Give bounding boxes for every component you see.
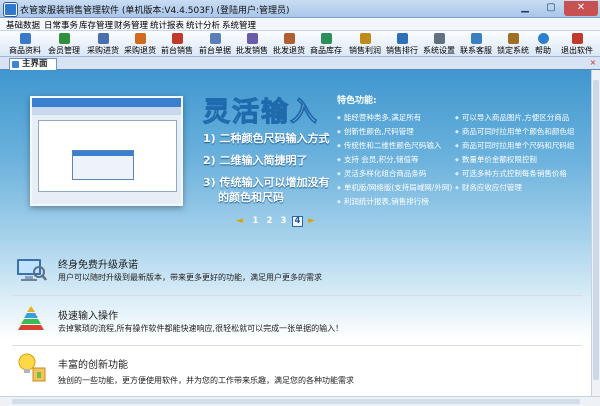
banner-step-3-cont: 的颜色和尺码 [218, 191, 284, 204]
menu-reports[interactable]: 统计报表 [150, 19, 184, 31]
close-icon[interactable]: ✕ [564, 1, 598, 16]
menu-inventory[interactable]: 库存管理 [79, 19, 113, 31]
lock-icon [508, 33, 519, 44]
feature-item: 单机版/网络版(支持局域网/外网) [337, 182, 452, 193]
page-2[interactable]: 2 [264, 216, 275, 227]
banner-title: 灵活输入 [203, 97, 319, 129]
exit-button[interactable]: 退出软件 [558, 31, 596, 57]
divider [12, 295, 582, 296]
info-desc-innovation: 独创的一些功能，更方便使用软件，并为您的工作带来乐趣，满足您的各种功能需求 [58, 376, 354, 385]
divider [12, 345, 582, 346]
page-3[interactable]: 3 [278, 216, 289, 227]
member-icon [59, 33, 70, 44]
feature-screenshot [30, 96, 183, 206]
inventory-icon [321, 33, 332, 44]
banner-step-3: 3) 传统输入可以增加没有 [203, 176, 330, 189]
menu-bar: 基础数据 日常事务 库存管理 财务管理 统计报表 统计分析 系统管理 [0, 18, 600, 31]
prev-page-icon[interactable]: ◄ [236, 216, 243, 226]
minimize-icon[interactable]: ▁ [512, 1, 538, 16]
purchase-icon [98, 33, 109, 44]
purchase-return-icon [135, 33, 146, 44]
menu-analysis[interactable]: 统计分析 [186, 19, 220, 31]
info-desc-upgrade: 用户可以随时升级到最新版本，带来更多更好的功能，满足用户更多的需求 [58, 273, 322, 282]
profit-icon [360, 33, 371, 44]
banner-step-2: 2) 二维输入简捷明了 [203, 154, 308, 167]
info-title-fast-input: 极速输入操作 [58, 311, 118, 322]
feature-item: 数量单价金额权限控制 [455, 154, 537, 165]
wholesale-return-icon [284, 33, 295, 44]
lightbulb-icon [15, 351, 47, 383]
feature-item: 商品可同时拉用单个尺码和尺码组 [455, 140, 575, 151]
title-bar: 衣管家服装销售管理软件 (单机版本:V4.4.503F) (登陆用户:管理员) … [0, 0, 600, 18]
support-icon [471, 33, 482, 44]
feature-item: 灵活多样化组合商品条码 [337, 168, 427, 179]
tab-main[interactable]: 主界面 [9, 58, 57, 70]
pos-sale-icon [172, 33, 183, 44]
computer-upgrade-icon [15, 256, 47, 284]
help-icon [538, 33, 549, 44]
info-title-innovation: 丰富的创新功能 [58, 360, 128, 371]
menu-finance[interactable]: 财务管理 [114, 19, 148, 31]
app-icon [4, 3, 17, 16]
page-4[interactable]: 4 [292, 216, 303, 227]
tab-strip: 主界面 × [0, 57, 600, 70]
menu-system[interactable]: 系统管理 [222, 19, 256, 31]
feature-item: 商品可同时拉用单个颜色和颜色组 [455, 126, 575, 137]
maximize-icon[interactable]: ▢ [538, 1, 564, 16]
page-1[interactable]: 1 [250, 216, 261, 227]
feature-item: 能经营种类多,满足所有 [337, 112, 421, 123]
wholesale-icon [247, 33, 258, 44]
pos-receipt-icon [210, 33, 221, 44]
feature-item: 支持 会员,积分,储值等 [337, 154, 419, 165]
window-title: 衣管家服装销售管理软件 (单机版本:V4.4.503F) (登陆用户:管理员) [20, 6, 290, 16]
features-title: 特色功能: [337, 96, 377, 106]
home-icon [12, 61, 19, 68]
feature-item: 利润统计报表,销售排行榜 [337, 196, 429, 207]
next-page-icon[interactable]: ► [308, 216, 315, 226]
feature-item: 传统性和二维性颜色尺码输入 [337, 140, 442, 151]
tab-label: 主界面 [22, 59, 48, 69]
pyramid-icon [15, 304, 47, 332]
toolbar: 商品资料 会员管理 采购进货 采购退货 前台销售 前台单据 批发销售 批发退货 … [0, 31, 600, 57]
ranking-icon [397, 33, 408, 44]
exit-icon [572, 33, 583, 44]
feature-item: 财务应收应付管理 [455, 182, 522, 193]
product-icon [20, 33, 31, 44]
menu-basic-data[interactable]: 基础数据 [6, 19, 40, 31]
info-title-upgrade: 终身免费升级承诺 [58, 260, 138, 271]
close-tab-icon[interactable]: × [588, 58, 598, 68]
vertical-scrollbar[interactable] [591, 70, 600, 396]
menu-daily-affairs[interactable]: 日常事务 [44, 19, 78, 31]
feature-item: 可选多种方式控制每条销售价格 [455, 168, 567, 179]
banner-step-1: 1) 二种颜色尺码输入方式 [203, 132, 330, 145]
horizontal-scrollbar[interactable] [0, 396, 600, 406]
feature-item: 可以导入商品图片,方便区分商品 [455, 112, 569, 123]
main-content: 灵活输入 1) 二种颜色尺码输入方式 2) 二维输入简捷明了 3) 传统输入可以… [0, 70, 591, 396]
feature-item: 创新性颜色,尺码管理 [337, 126, 414, 137]
info-desc-fast-input: 去掉繁琐的流程,所有操作软件都能快速响应,很轻松就可以完成一张单据的输入！ [58, 324, 344, 333]
toolbar-label: 退出软件 [561, 46, 593, 55]
settings-icon [434, 33, 445, 44]
